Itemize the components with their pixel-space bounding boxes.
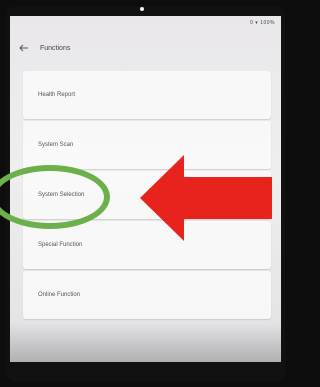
red-arrow-pointer	[140, 155, 272, 241]
menu-item-label: Online Function	[38, 292, 81, 298]
camera-dot	[140, 7, 144, 11]
page-title: Functions	[40, 45, 71, 52]
menu-item-online-function[interactable]: Online Function	[23, 271, 271, 319]
menu-item-label: Health Report	[38, 92, 76, 98]
arrow-left-icon[interactable]	[18, 42, 30, 54]
menu-item-label: Special Function	[38, 242, 83, 248]
app-header: Functions	[10, 40, 281, 60]
status-bar: 0 ▾ 100%	[250, 20, 275, 26]
screen-shadow	[10, 322, 281, 362]
menu-item-health-report[interactable]: Health Report	[23, 71, 271, 119]
menu-item-label: System Scan	[38, 142, 74, 148]
